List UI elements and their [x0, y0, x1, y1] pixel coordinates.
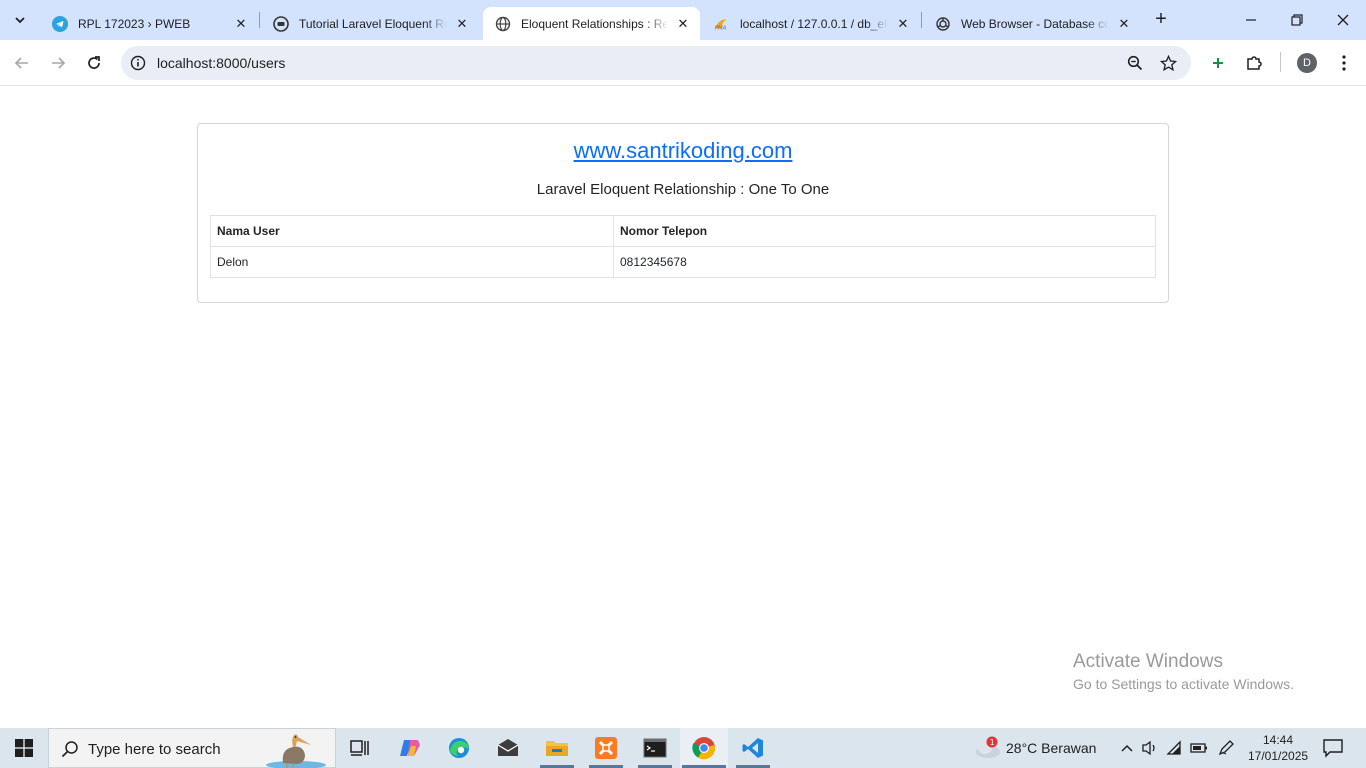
watermark-subtitle: Go to Settings to activate Windows.	[1073, 676, 1294, 692]
clock-time: 14:44	[1262, 733, 1294, 747]
close-icon[interactable]: ✕	[453, 15, 471, 33]
close-window-button[interactable]	[1320, 0, 1366, 40]
wifi-icon[interactable]	[1165, 738, 1185, 758]
mail-icon[interactable]	[494, 734, 522, 762]
pelican-illustration-icon	[266, 734, 326, 768]
copilot-icon[interactable]	[396, 734, 424, 762]
column-header-nomor-telepon: Nomor Telepon	[613, 215, 1156, 247]
file-explorer-icon[interactable]	[543, 734, 571, 762]
taskbar: Type here to search 1 28°C Berawan 14:44…	[0, 728, 1366, 768]
site-link[interactable]: www.santrikoding.com	[198, 138, 1168, 164]
xampp-icon[interactable]	[592, 734, 620, 762]
close-icon[interactable]: ✕	[232, 15, 250, 33]
table-row: Delon 0812345678	[210, 246, 1156, 278]
menu-kebab-icon[interactable]	[1333, 52, 1355, 74]
tab-search-button[interactable]	[6, 7, 34, 33]
battery-icon[interactable]	[1189, 738, 1209, 758]
close-icon[interactable]: ✕	[1115, 15, 1133, 33]
url-text[interactable]: localhost:8000/users	[157, 55, 285, 71]
tab-tutorial[interactable]: Tutorial Laravel Eloquent Relationship ✕	[261, 7, 479, 40]
chrome-icon[interactable]	[690, 734, 718, 762]
cell-nomor-telepon: 0812345678	[613, 246, 1156, 278]
close-icon[interactable]: ✕	[674, 15, 692, 33]
notification-icon[interactable]	[1322, 738, 1344, 758]
tab-title: RPL 172023 › PWEB	[78, 16, 191, 31]
activate-windows-watermark: Activate Windows Go to Settings to activ…	[1073, 651, 1294, 692]
chevron-up-icon[interactable]	[1117, 738, 1137, 758]
weather-badge: 1	[990, 738, 995, 747]
task-view-icon[interactable]	[346, 734, 374, 762]
site-info-icon[interactable]	[129, 54, 147, 72]
phpmyadmin-icon: PMA	[714, 16, 730, 32]
tab-telegram[interactable]: RPL 172023 › PWEB ✕	[40, 7, 258, 40]
tab-divider	[921, 12, 922, 28]
bookmark-star-icon[interactable]	[1159, 54, 1177, 72]
forward-button[interactable]	[44, 49, 72, 77]
tab-title: Web Browser - Database connection	[961, 16, 1109, 31]
back-button[interactable]	[8, 49, 36, 77]
extensions-puzzle-icon[interactable]	[1243, 52, 1265, 74]
windows-logo-icon	[15, 739, 33, 757]
tab-eloquent-relationships[interactable]: Eloquent Relationships : Relationship ✕	[483, 7, 700, 40]
start-button[interactable]	[0, 728, 48, 768]
arrow-left-icon	[14, 57, 28, 69]
tab-phpmyadmin[interactable]: PMA localhost / 127.0.0.1 / db_eloquent …	[702, 7, 920, 40]
content-card: www.santrikoding.com Laravel Eloquent Re…	[197, 123, 1169, 303]
system-clock[interactable]: 14:44 17/01/2025	[1248, 732, 1308, 764]
svg-text:PMA: PMA	[715, 25, 727, 31]
tab-web-browser[interactable]: Web Browser - Database connection ✕	[923, 7, 1141, 40]
taskbar-search-box[interactable]: Type here to search	[48, 728, 336, 768]
vscode-icon[interactable]	[739, 734, 767, 762]
weather-cloud-icon[interactable]: 1	[972, 736, 1002, 760]
minimize-icon	[1246, 19, 1256, 21]
cell-nama-user: Delon	[210, 246, 614, 278]
restore-button[interactable]	[1274, 0, 1320, 40]
volume-icon[interactable]	[1140, 738, 1160, 758]
terminal-icon[interactable]	[641, 734, 669, 762]
edge-icon[interactable]	[445, 734, 473, 762]
reload-button[interactable]	[80, 49, 108, 77]
globe-icon	[495, 16, 511, 32]
watermark-title: Activate Windows	[1073, 651, 1223, 672]
zoom-icon[interactable]	[1126, 54, 1144, 72]
chatgpt-icon	[935, 16, 951, 32]
reload-icon	[88, 56, 100, 69]
tab-title: localhost / 127.0.0.1 / db_eloquent	[740, 16, 888, 31]
arrow-right-icon	[52, 57, 66, 69]
tab-title: Tutorial Laravel Eloquent Relationship	[299, 16, 447, 31]
new-tab-button[interactable]: +	[1150, 8, 1172, 30]
search-icon	[61, 741, 78, 758]
tab-strip: RPL 172023 › PWEB ✕ Tutorial Laravel Elo…	[0, 0, 1366, 40]
pen-icon[interactable]	[1216, 738, 1236, 758]
site-icon	[273, 15, 289, 32]
close-icon	[1337, 14, 1349, 26]
avatar[interactable]: D	[1297, 53, 1317, 73]
column-header-nama-user: Nama User	[210, 215, 614, 247]
browser-toolbar: localhost:8000/users	[0, 40, 1366, 86]
users-table: Nama User Nomor Telepon Delon 0812345678	[210, 215, 1156, 278]
extension-plus-icon[interactable]	[1207, 52, 1229, 74]
tab-title: Eloquent Relationships : Relationship	[521, 16, 668, 31]
minimize-button[interactable]	[1228, 0, 1274, 40]
page-subtitle: Laravel Eloquent Relationship : One To O…	[536, 181, 830, 198]
weather-text[interactable]: 28°C Berawan	[1006, 740, 1096, 756]
chevron-down-icon	[15, 17, 25, 24]
table-header-row: Nama User Nomor Telepon	[210, 215, 1156, 247]
telegram-icon	[52, 15, 68, 32]
tab-divider	[259, 12, 260, 28]
close-icon[interactable]: ✕	[894, 15, 912, 33]
clock-date: 17/01/2025	[1248, 749, 1309, 763]
toolbar-divider	[1280, 52, 1281, 72]
address-bar[interactable]: localhost:8000/users	[121, 46, 1191, 80]
restore-icon	[1291, 14, 1303, 26]
search-placeholder: Type here to search	[88, 741, 221, 758]
